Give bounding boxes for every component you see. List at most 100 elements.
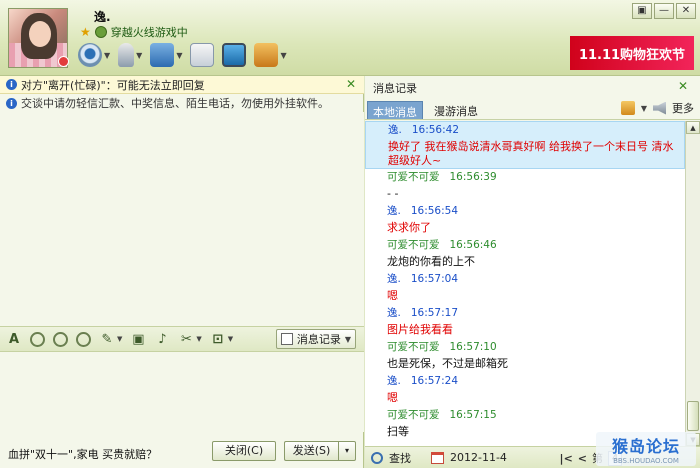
chevron-down-icon[interactable]: ▼ <box>176 51 182 60</box>
remote-assist-button[interactable] <box>222 42 247 68</box>
message-item[interactable]: 可爱不可爱 16:57:10 也是死保，不过是邮箱死 <box>365 339 685 373</box>
send-options-button[interactable]: ▾ <box>338 441 356 461</box>
message-sender[interactable]: 可爱不可爱 <box>387 169 440 186</box>
message-sender[interactable]: 逸. <box>387 271 401 288</box>
more-link[interactable]: 更多 <box>672 100 694 116</box>
message-item[interactable]: 逸. 16:56:42 换好了 我在猴岛说清水哥真好啊 给我换了一个末日号 清水超级… <box>365 121 685 169</box>
message-header: 逸. 16:57:24 <box>387 373 679 390</box>
message-text: 嗯 <box>387 289 398 302</box>
search-link[interactable]: 查找 <box>389 450 411 466</box>
message-text: 龙炮的你看的上不 <box>387 255 475 268</box>
message-sender[interactable]: 逸. <box>387 203 401 220</box>
minimize-button[interactable]: — <box>654 3 674 19</box>
close-window-button[interactable]: ✕ <box>676 3 696 19</box>
message-header: 逸. 16:57:17 <box>387 305 679 322</box>
export-icon[interactable] <box>620 101 635 115</box>
message-record-button[interactable]: 消息记录 ▼ <box>275 329 356 349</box>
message-record-label: 消息记录 <box>296 333 341 346</box>
message-item[interactable]: 可爱不可爱 16:56:39 - - <box>365 169 685 203</box>
prev-page-button[interactable]: < <box>578 452 587 465</box>
magic-face-icon[interactable] <box>53 331 68 347</box>
message-text: 嗯 <box>387 391 398 404</box>
toolbox-icon[interactable]: ⊡ <box>210 331 226 347</box>
message-text: 换好了 我在猴岛说清水哥真好啊 给我换了一个末日号 清水超级好人~ <box>388 140 674 167</box>
promo-banner[interactable]: 11.11购物狂欢节 <box>570 36 694 70</box>
watermark-url: BBS.HOUDAO.COM <box>613 457 679 465</box>
message-time: 16:57:10 <box>449 341 497 353</box>
chevron-down-icon[interactable]: ▼ <box>228 335 233 343</box>
ad-link[interactable]: 血拼"双十一",家电 买贵就赔？ <box>8 446 157 462</box>
chat-toolbar: ▼ ▼ ▼ ▼ <box>78 42 287 68</box>
message-text: - - <box>387 187 399 200</box>
input-bottom-bar: 血拼"双十一",家电 买贵就赔？ 关闭(C) 发送(S) ▾ <box>0 432 364 468</box>
close-record-pane-button[interactable]: ✕ <box>678 79 688 93</box>
search-icon[interactable] <box>371 451 383 464</box>
message-time: 16:57:17 <box>410 307 459 319</box>
app-button[interactable]: ▼ <box>254 42 287 68</box>
info-icon: i <box>6 97 17 109</box>
monitor-icon <box>222 43 247 67</box>
emoji-icon[interactable] <box>30 331 45 347</box>
message-sender[interactable]: 可爱不可爱 <box>387 407 440 424</box>
video-call-button[interactable]: ▼ <box>78 42 110 68</box>
send-file-button[interactable]: ▼ <box>150 42 182 68</box>
message-scrollbar[interactable]: ▲ ▼ <box>685 121 700 446</box>
message-sender[interactable]: 可爱不可爱 <box>387 237 440 254</box>
away-notice-text: 对方"离开(忙碌)"：可能无法立即回复 <box>21 78 205 92</box>
microphone-icon <box>118 43 135 67</box>
message-list[interactable]: 逸. 16:56:42 换好了 我在猴岛说清水哥真好啊 给我换了一个末日号 清水超级… <box>365 121 685 446</box>
image-icon[interactable]: ▣ <box>130 331 146 347</box>
window-controls: ▣ — ✕ <box>632 3 696 19</box>
scroll-thumb[interactable] <box>687 401 699 431</box>
create-discussion-button[interactable] <box>190 42 215 68</box>
app-icon <box>254 43 279 67</box>
message-time: 16:57:24 <box>410 375 459 387</box>
chevron-down-icon[interactable]: ▼ <box>280 51 286 60</box>
chevron-down-icon[interactable]: ▼ <box>136 51 142 60</box>
star-icon[interactable]: ★ <box>80 25 91 39</box>
screenshot-icon[interactable]: ✂ <box>178 331 194 347</box>
speaker-icon[interactable] <box>653 101 666 115</box>
message-header: 可爱不可爱 16:56:39 <box>387 169 679 186</box>
shake-icon[interactable] <box>76 331 91 347</box>
message-time: 16:56:39 <box>449 171 497 183</box>
close-notice-button[interactable]: ✕ <box>346 77 356 91</box>
message-sender[interactable]: 逸. <box>388 122 402 139</box>
message-item[interactable]: 逸. 16:57:04 嗯 <box>365 271 685 305</box>
message-input[interactable] <box>0 352 364 432</box>
message-header: 逸. 16:56:42 <box>388 122 678 139</box>
tab-local-messages[interactable]: 本地消息 <box>367 101 423 119</box>
busy-status-icon <box>58 56 69 67</box>
tab-roaming-messages[interactable]: 漫游消息 <box>429 101 483 119</box>
forum-watermark: 猴岛论坛 BBS.HOUDAO.COM <box>596 432 696 466</box>
scroll-up-arrow-icon[interactable]: ▲ <box>686 121 700 134</box>
restore-button[interactable]: ▣ <box>632 3 652 19</box>
chevron-down-icon[interactable]: ▼ <box>104 51 110 60</box>
message-item[interactable]: 可爱不可爱 16:56:46 龙炮的你看的上不 <box>365 237 685 271</box>
chevron-down-icon[interactable]: ▼ <box>196 335 201 343</box>
message-item[interactable]: 逸. 16:57:24 嗯 <box>365 373 685 407</box>
doodle-icon[interactable]: ✎ <box>99 331 115 347</box>
message-item[interactable]: 逸. 16:56:54 求求你了 <box>365 203 685 237</box>
calendar-icon[interactable] <box>431 451 444 464</box>
voice-call-button[interactable]: ▼ <box>118 42 142 68</box>
font-icon[interactable]: A <box>6 331 22 347</box>
message-sender[interactable]: 逸. <box>387 305 401 322</box>
music-icon[interactable]: ♪ <box>154 331 170 347</box>
status-text[interactable]: 穿越火线游戏中 <box>111 24 188 40</box>
list-add-icon <box>190 43 215 67</box>
chat-pane: i 对方"离开(忙碌)"：可能无法立即回复 ✕ i 交谈中请勿轻信汇款、中奖信息… <box>0 76 364 468</box>
close-chat-button[interactable]: 关闭(C) <box>212 441 276 461</box>
chevron-down-icon[interactable]: ▼ <box>117 335 122 343</box>
message-item[interactable]: 逸. 16:57:17 图片给我看看 <box>365 305 685 339</box>
message-sender[interactable]: 可爱不可爱 <box>387 339 440 356</box>
first-page-button[interactable]: |< <box>560 452 573 465</box>
chevron-down-icon[interactable]: ▼ <box>641 104 647 113</box>
message-sender[interactable]: 逸. <box>387 373 401 390</box>
send-button[interactable]: 发送(S) <box>284 441 338 461</box>
record-date[interactable]: 2012-11-4 <box>450 451 507 464</box>
chat-window-header: 逸. ★ 穿越火线游戏中 ▼ ▼ ▼ ▼ ▣ — ✕ 11.11购物狂欢节 <box>0 0 700 76</box>
message-time: 16:56:42 <box>411 124 460 136</box>
contact-nickname[interactable]: 逸. <box>94 8 111 25</box>
message-text: 也是死保，不过是邮箱死 <box>387 357 508 370</box>
